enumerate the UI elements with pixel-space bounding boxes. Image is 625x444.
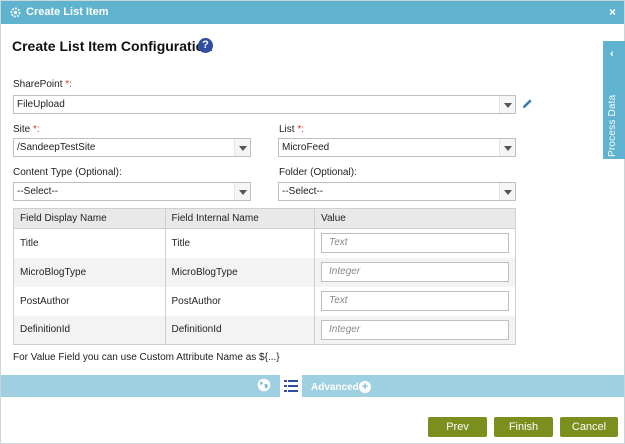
close-icon[interactable]: × [609,5,616,19]
list-label-text: List [279,124,295,135]
chevron-left-icon[interactable]: ‹ [610,48,614,60]
field-display-name: MicroBlogType [13,257,166,287]
folder-select[interactable]: --Select-- [278,182,516,201]
custom-attribute-note: For Value Field you can use Custom Attri… [13,352,280,363]
folder-label: Folder (Optional): [279,167,357,178]
process-data-label: Process Data [607,94,618,157]
folder-value: --Select-- [282,186,324,197]
column-header-internal-name: Field Internal Name [164,208,316,229]
list-label: List *: [279,124,304,135]
dropdown-arrow-icon[interactable] [234,139,250,156]
field-mapping-table: Field Display Name Field Internal Name V… [13,208,516,345]
site-select[interactable]: /SandeepTestSite [13,138,251,157]
gear-icon [10,7,21,18]
content-type-value: --Select-- [17,186,59,197]
plus-icon[interactable]: + [359,381,371,393]
site-value: /SandeepTestSite [17,142,96,153]
field-internal-name: Title [164,228,316,258]
site-required-mark: *: [33,124,40,135]
table-row: Title Title Text [13,228,516,258]
sharepoint-label: SharePoint *: [13,79,72,90]
list-required-mark: *: [297,124,305,135]
title-bar: Create List Item × [1,1,624,24]
value-input[interactable]: Integer [321,262,510,282]
table-header-row: Field Display Name Field Internal Name V… [13,208,516,229]
value-input[interactable]: Text [321,233,510,254]
list-value: MicroFeed [282,142,330,153]
process-data-tab[interactable]: ‹ Process Data [603,41,625,159]
globe-icon[interactable] [257,378,271,392]
site-label-text: Site [13,124,31,135]
column-header-display-name: Field Display Name [13,208,166,229]
field-display-name: DefinitionId [13,315,166,345]
column-header-value: Value [314,208,516,229]
value-cell: Integer [314,257,516,287]
value-input[interactable]: Integer [321,319,510,340]
help-icon[interactable]: ? [198,38,213,53]
field-display-name: Title [13,228,166,258]
field-display-name: PostAuthor [13,286,166,316]
sharepoint-select[interactable]: FileUpload [13,95,516,114]
sharepoint-value: FileUpload [17,99,65,110]
dropdown-arrow-icon[interactable] [499,139,515,156]
value-cell: Text [314,228,516,258]
prev-button[interactable]: Prev [428,417,487,437]
value-input[interactable]: Text [321,291,510,311]
dropdown-arrow-icon[interactable] [234,183,250,200]
dropdown-arrow-icon[interactable] [499,183,515,200]
value-cell: Integer [314,315,516,345]
dropdown-arrow-icon[interactable] [499,96,515,113]
page-title: Create List Item Configuration [12,38,213,54]
cancel-button[interactable]: Cancel [560,417,618,437]
window-title: Create List Item [26,6,109,18]
sharepoint-required-mark: *: [65,79,72,90]
content-type-label: Content Type (Optional): [13,167,122,178]
finish-button[interactable]: Finish [494,417,553,437]
value-cell: Text [314,286,516,316]
site-label: Site *: [13,124,40,135]
field-internal-name: PostAuthor [164,286,316,316]
list-view-button[interactable] [280,375,302,397]
pencil-icon[interactable] [522,98,533,109]
table-row: DefinitionId DefinitionId Integer [13,315,516,345]
field-internal-name: DefinitionId [164,315,316,345]
create-list-item-dialog: Create List Item × Create List Item Conf… [0,0,625,444]
list-icon [284,380,298,392]
table-row: MicroBlogType MicroBlogType Integer [13,257,516,287]
advanced-label[interactable]: Advanced [311,382,359,393]
list-select[interactable]: MicroFeed [278,138,516,157]
field-internal-name: MicroBlogType [164,257,316,287]
table-row: PostAuthor PostAuthor Text [13,286,516,316]
sharepoint-label-text: SharePoint [13,79,63,90]
content-type-select[interactable]: --Select-- [13,182,251,201]
